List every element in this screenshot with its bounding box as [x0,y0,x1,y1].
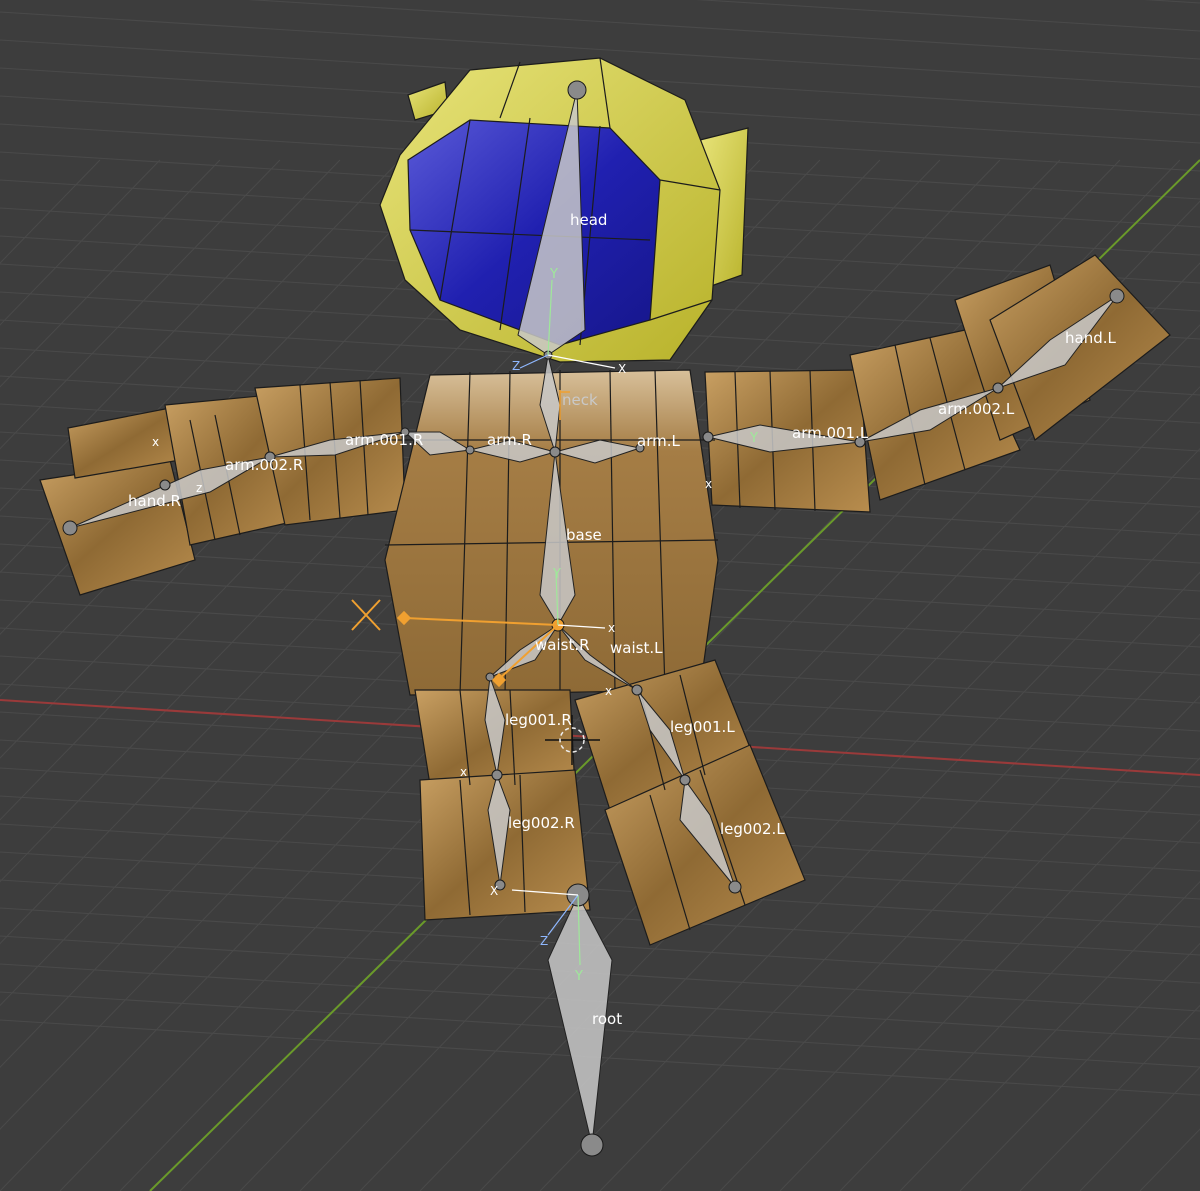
bone-label-leg001-l: leg001.L [670,718,735,736]
arm-l-y-axis-label: Y [749,431,758,446]
left-arm-mesh [704,254,1171,513]
grid-line [0,795,1200,872]
grid-line [0,159,101,264]
bone-label-hand-l: hand.L [1065,329,1116,347]
bone-label-hand-r: hand.R [128,492,181,510]
bone-label-arm-002-r: arm.002.R [225,456,303,474]
bone-label-leg002-r: leg002.R [508,814,575,832]
bone-label-waist-r: waist.R [535,636,590,654]
grid-line [695,0,1200,32]
grid-line [1143,0,1200,4]
arm-l-x-axis-label: x [705,477,712,491]
base-y-axis-label: Y [552,567,561,582]
grid-line [247,0,1200,60]
head-y-axis-label: Y [549,267,558,282]
leg-l-x-axis-label: x [605,684,612,698]
grid-line [0,159,461,635]
bone-label-neck: neck [562,391,598,409]
grid-line [0,823,1200,900]
bone-label-arm-l: arm.L [637,432,680,450]
head-x-axis-label: X [618,362,626,376]
root-y-axis-label: Y [574,969,583,984]
root-z-axis-label: Z [540,934,548,948]
hand-r-z-axis-label: z [196,481,202,495]
right-arm-mesh [39,377,406,596]
bone-label-arm-r: arm.R [487,431,532,449]
leg-r-x-axis-label: x [460,765,467,779]
grid-line [0,851,1200,928]
base-x-axis-label: x [608,621,615,635]
head-z-axis-label: Z [512,359,520,373]
bone-label-waist-l: waist.L [610,639,663,657]
bone-label-arm-002-l: arm.002.L [938,400,1015,418]
grid-line [0,159,221,388]
hand-r-x-axis-label: x [152,435,159,449]
bone-label-head: head [570,211,607,229]
bone-label-base: base [566,526,602,544]
bone-label-arm-001-r: arm.001.R [345,431,423,449]
bone-label-leg001-r: leg001.R [505,711,572,729]
bone-label-arm-001-l: arm.001.L [792,424,869,442]
root-x-axis-label: X [490,884,498,898]
bone-label-leg002-l: leg002.L [720,820,785,838]
bone-label-root: root [592,1010,622,1028]
robot-mesh[interactable] [39,57,1171,946]
grid-line [0,159,341,512]
3d-viewport[interactable]: Y X Z x Y Y Z z x Y x x x X head neck ar… [0,0,1200,1191]
